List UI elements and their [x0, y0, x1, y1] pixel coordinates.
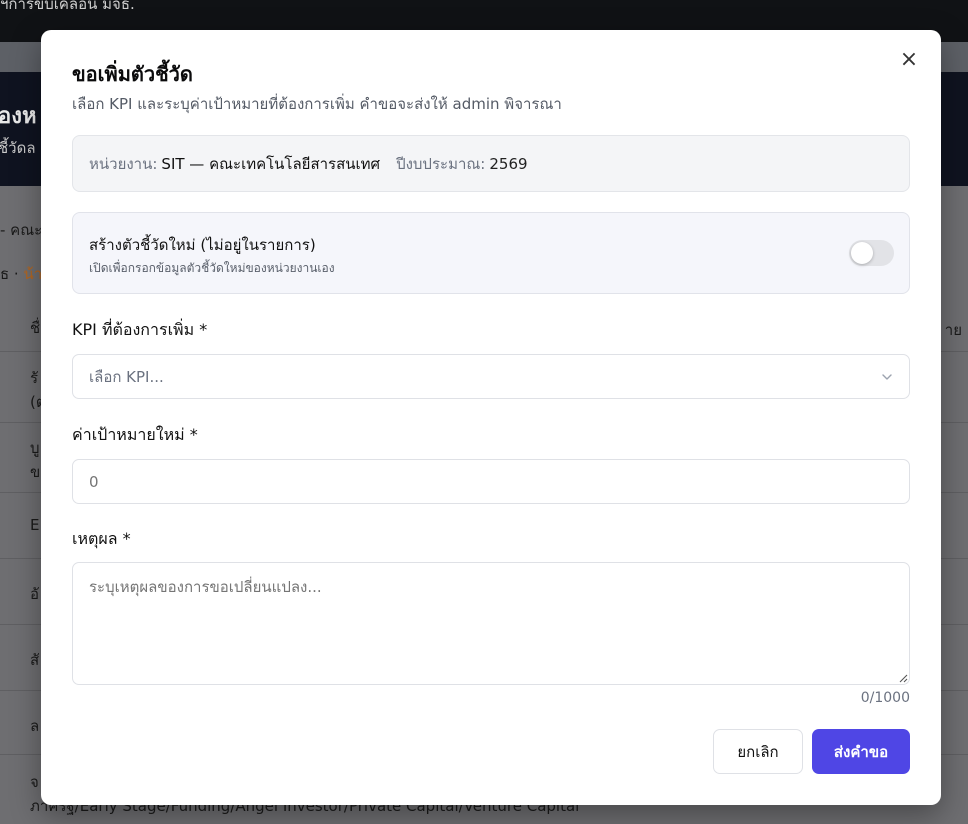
resize-grip-icon[interactable] — [898, 673, 908, 683]
create-new-kpi-toggle[interactable] — [849, 240, 894, 266]
dialog-title: ขอเพิ่มตัวชี้วัด — [72, 62, 193, 86]
background-line-2: ธ · น้า — [0, 262, 42, 286]
chevron-down-icon — [882, 373, 892, 380]
kpi-field-label: KPI ที่ต้องการเพิ่ม * — [72, 320, 208, 339]
background-header-subtitle: ชี้วัดล — [0, 139, 36, 157]
background-row-text: E — [30, 516, 40, 534]
background-row-text: จ — [30, 773, 39, 791]
reason-char-counter: 0/1000 — [860, 690, 910, 706]
fiscal-year-value: 2569 — [489, 154, 528, 173]
submit-request-button[interactable]: ส่งคำขอ — [812, 729, 910, 774]
create-new-kpi-box: สร้างตัวชี้วัดใหม่ (ไม่อยู่ในรายการ) เปิ… — [72, 212, 910, 294]
background-row-text: สั — [30, 651, 40, 669]
background-line-2-accent: น้า — [23, 265, 43, 283]
background-row-text: ล — [30, 717, 40, 735]
fiscal-year-label: ปีงบประมาณ: — [396, 154, 486, 173]
kpi-select[interactable]: เลือก KPI... — [72, 354, 910, 399]
background-row-text: รั — [30, 369, 39, 387]
target-value-input[interactable] — [72, 459, 910, 504]
create-new-kpi-title: สร้างตัวชี้วัดใหม่ (ไม่อยู่ในรายการ) — [89, 236, 316, 254]
reason-textarea[interactable] — [72, 562, 910, 685]
background-line-2-prefix: ธ · — [0, 265, 24, 283]
unit-info-box: หน่วยงาน: SIT — คณะเทคโนโลยีสารสนเทศ ปีง… — [72, 135, 910, 192]
background-row-text: ชื่ — [30, 319, 41, 337]
background-column-right: าย — [944, 321, 962, 339]
background-row-text: อั — [30, 585, 40, 603]
kpi-select-placeholder: เลือก KPI... — [89, 367, 164, 386]
background-top-text: ฯการขับเคลื่อน มจธ. — [0, 0, 135, 13]
unit-value: SIT — คณะเทคโนโลยีสารสนเทศ — [161, 154, 381, 173]
background-row-text: บู — [30, 439, 40, 457]
background-header-title: องห — [0, 104, 37, 129]
request-kpi-dialog: × ขอเพิ่มตัวชี้วัด เลือก KPI และระบุค่าเ… — [41, 30, 941, 805]
background-line-1: - คณะ — [0, 221, 43, 239]
background-row-text: ข — [30, 463, 41, 481]
reason-field-label: เหตุผล * — [72, 529, 131, 548]
target-field-label: ค่าเป้าหมายใหม่ * — [72, 425, 198, 444]
dialog-subtitle: เลือก KPI และระบุค่าเป้าหมายที่ต้องการเพ… — [72, 95, 562, 113]
close-icon[interactable]: × — [899, 49, 919, 71]
cancel-button[interactable]: ยกเลิก — [713, 729, 803, 774]
unit-label: หน่วยงาน: — [89, 154, 158, 173]
create-new-kpi-description: เปิดเพื่อกรอกข้อมูลตัวชี้วัดใหม่ของหน่วย… — [89, 261, 335, 275]
toggle-knob — [851, 242, 873, 264]
